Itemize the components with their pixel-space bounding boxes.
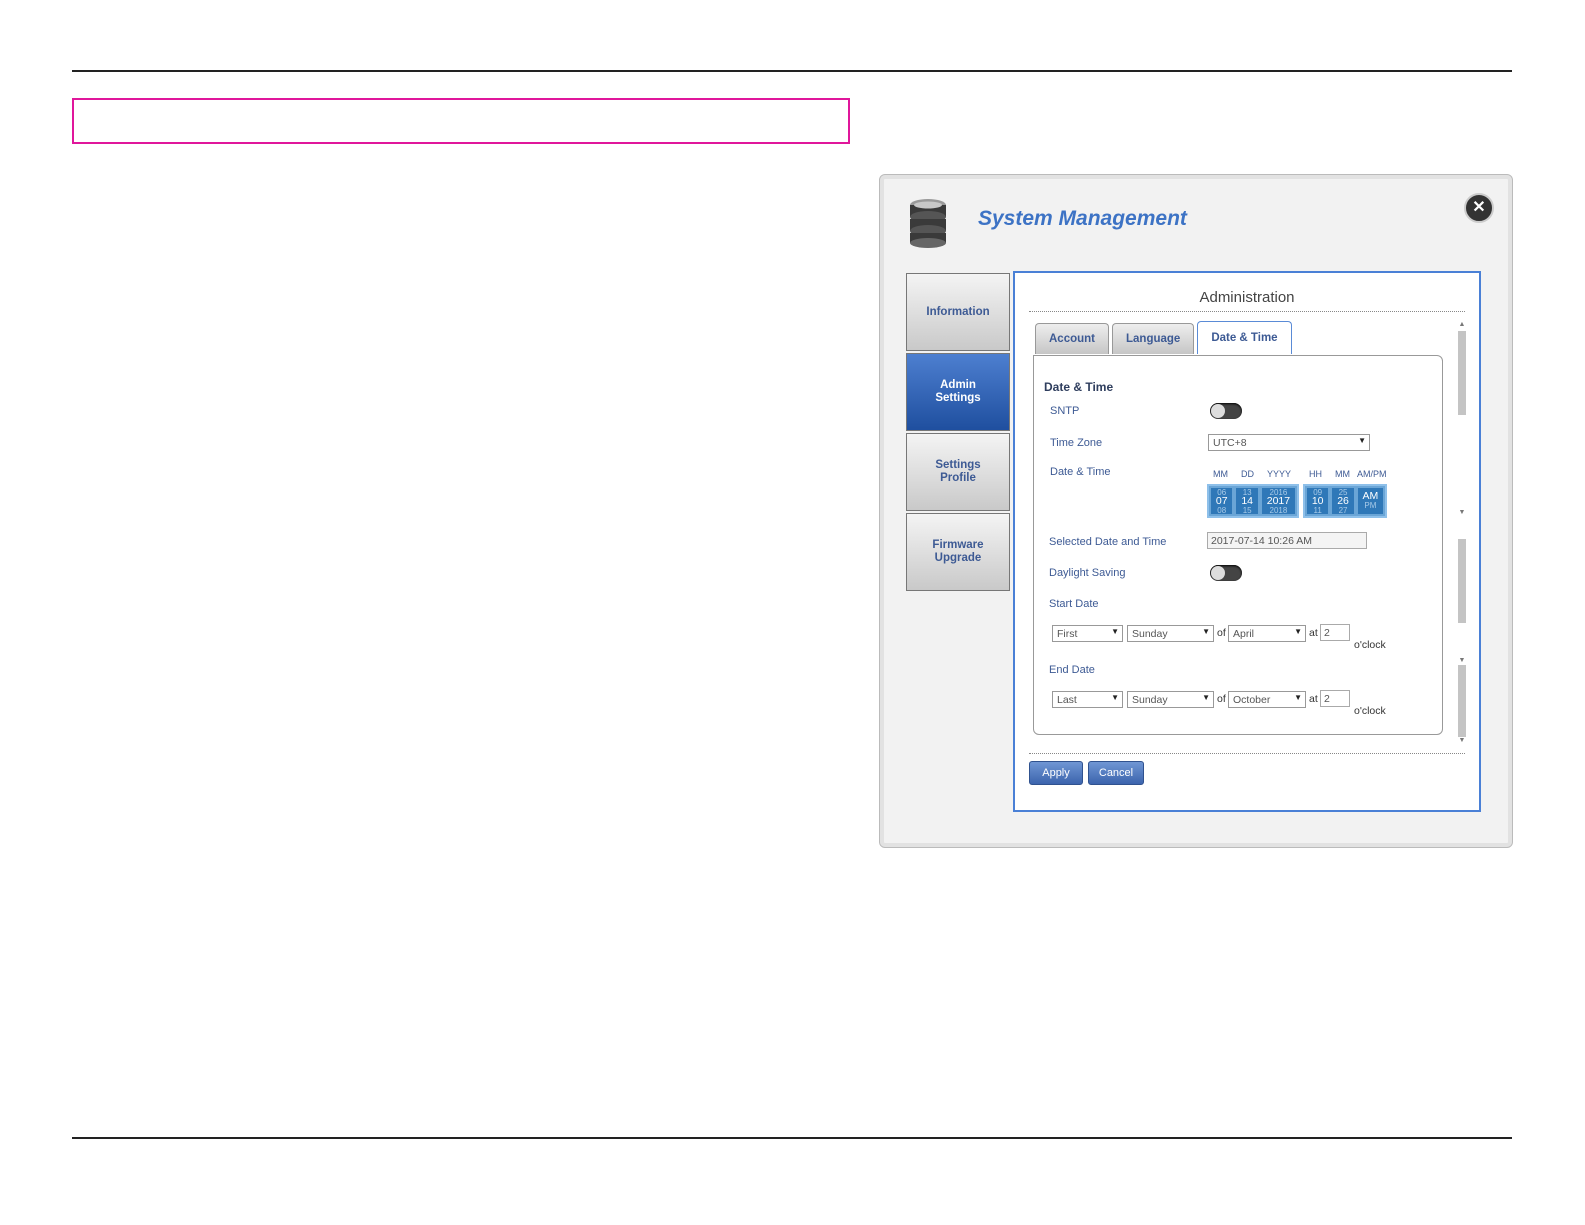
end-hour-input[interactable]: 2 (1320, 690, 1350, 707)
sidebar-item-information[interactable]: Information (906, 273, 1010, 351)
header-ampm: AM/PM (1357, 469, 1387, 479)
scrollbar-thumb-lower[interactable] (1458, 665, 1466, 737)
start-oclock-text: o'clock (1354, 639, 1386, 651)
dropdown-arrow-icon: ▼ (1358, 436, 1366, 445)
toggle-knob (1211, 404, 1225, 418)
start-week-select[interactable]: First ▼ (1052, 625, 1123, 642)
dropdown-arrow-icon: ▼ (1294, 693, 1302, 702)
tab-language[interactable]: Language (1112, 323, 1195, 354)
apply-button[interactable]: Apply (1029, 761, 1083, 785)
start-at-text: at (1309, 627, 1318, 639)
datetime-label: Date & Time (1050, 466, 1111, 478)
ampm-spinner[interactable]: AM PM (1357, 488, 1383, 514)
section-heading: Date & Time (1044, 380, 1114, 394)
system-management-dialog: System Management ✕ Information Admin Se… (879, 174, 1513, 848)
sntp-label: SNTP (1050, 405, 1080, 417)
end-day-select[interactable]: Sunday ▼ (1127, 691, 1214, 708)
button-divider (1029, 753, 1465, 754)
scroll-down-icon[interactable]: ▼ (1458, 737, 1466, 744)
date-time-form: Date & Time SNTP Time Zone UTC+8 ▼ Date … (1033, 355, 1443, 735)
bottom-rule (72, 1137, 1512, 1139)
end-of-text: of (1217, 693, 1226, 705)
scroll-up-icon[interactable]: ▲ (1458, 321, 1466, 328)
sidebar: Information Admin Settings Settings Prof… (906, 273, 1010, 593)
start-of-text: of (1217, 627, 1226, 639)
header-hour: HH (1309, 469, 1322, 479)
start-month-select[interactable]: April ▼ (1228, 625, 1306, 642)
form-scrollbar[interactable]: ▲ ▼ ▼ ▼ (1458, 321, 1468, 746)
tab-date-time[interactable]: Date & Time (1197, 321, 1292, 354)
scrollbar-thumb-middle[interactable] (1458, 539, 1466, 623)
daylight-saving-toggle[interactable] (1210, 565, 1242, 581)
tab-account[interactable]: Account (1035, 323, 1109, 354)
dropdown-arrow-icon: ▼ (1202, 627, 1210, 636)
header-month: MM (1213, 469, 1228, 479)
year-spinner[interactable]: 2016 2017 2018 (1261, 488, 1295, 515)
sidebar-item-admin-settings[interactable]: Admin Settings (906, 353, 1010, 431)
time-spinner: 09 10 11 25 26 27 AM PM (1303, 484, 1387, 518)
daylight-saving-label: Daylight Saving (1049, 567, 1126, 579)
selected-datetime-field: 2017-07-14 10:26 AM (1207, 532, 1367, 549)
header-day: DD (1241, 469, 1254, 479)
dropdown-arrow-icon: ▼ (1294, 627, 1302, 636)
selected-datetime-label: Selected Date and Time (1049, 536, 1167, 548)
scroll-down-icon[interactable]: ▼ (1458, 657, 1466, 664)
sidebar-item-settings-profile[interactable]: Settings Profile (906, 433, 1010, 511)
scrollbar-thumb-upper[interactable] (1458, 331, 1466, 415)
minute-spinner[interactable]: 25 26 27 (1332, 488, 1354, 515)
header-minute: MM (1335, 469, 1350, 479)
scroll-down-icon[interactable]: ▼ (1458, 509, 1466, 516)
month-spinner[interactable]: 06 07 08 (1211, 488, 1233, 515)
toggle-knob (1211, 566, 1225, 580)
dropdown-arrow-icon: ▼ (1202, 693, 1210, 702)
day-spinner[interactable]: 13 14 15 (1236, 488, 1258, 515)
title-divider (1029, 311, 1465, 312)
database-icon (910, 199, 946, 248)
start-date-label: Start Date (1049, 598, 1099, 610)
cancel-button[interactable]: Cancel (1088, 761, 1144, 785)
start-day-select[interactable]: Sunday ▼ (1127, 625, 1214, 642)
sntp-toggle[interactable] (1210, 403, 1242, 419)
panel-title: Administration (1199, 289, 1295, 306)
header-year: YYYY (1267, 469, 1292, 479)
dropdown-arrow-icon: ▼ (1111, 693, 1119, 702)
sidebar-item-firmware-upgrade[interactable]: Firmware Upgrade (906, 513, 1010, 591)
end-month-select[interactable]: October ▼ (1228, 691, 1306, 708)
administration-panel: Administration Account Language Date & T… (1013, 271, 1481, 812)
dialog-header: System Management ✕ (880, 175, 1512, 263)
close-icon[interactable]: ✕ (1464, 193, 1494, 223)
highlight-box (72, 98, 850, 144)
top-rule (72, 70, 1512, 72)
end-date-label: End Date (1049, 664, 1095, 676)
timezone-select[interactable]: UTC+8 ▼ (1208, 434, 1370, 451)
dialog-title: System Management (978, 207, 1187, 230)
dropdown-arrow-icon: ▼ (1111, 627, 1119, 636)
timezone-label: Time Zone (1050, 437, 1103, 449)
date-spinner: 06 07 08 13 14 15 2016 2017 2018 (1207, 484, 1299, 518)
end-week-select[interactable]: Last ▼ (1052, 691, 1123, 708)
tab-bar: Account Language Date & Time (1035, 321, 1295, 355)
timezone-value: UTC+8 (1213, 437, 1247, 449)
hour-spinner[interactable]: 09 10 11 (1307, 488, 1329, 515)
end-oclock-text: o'clock (1354, 705, 1386, 717)
end-at-text: at (1309, 693, 1318, 705)
start-hour-input[interactable]: 2 (1320, 624, 1350, 641)
